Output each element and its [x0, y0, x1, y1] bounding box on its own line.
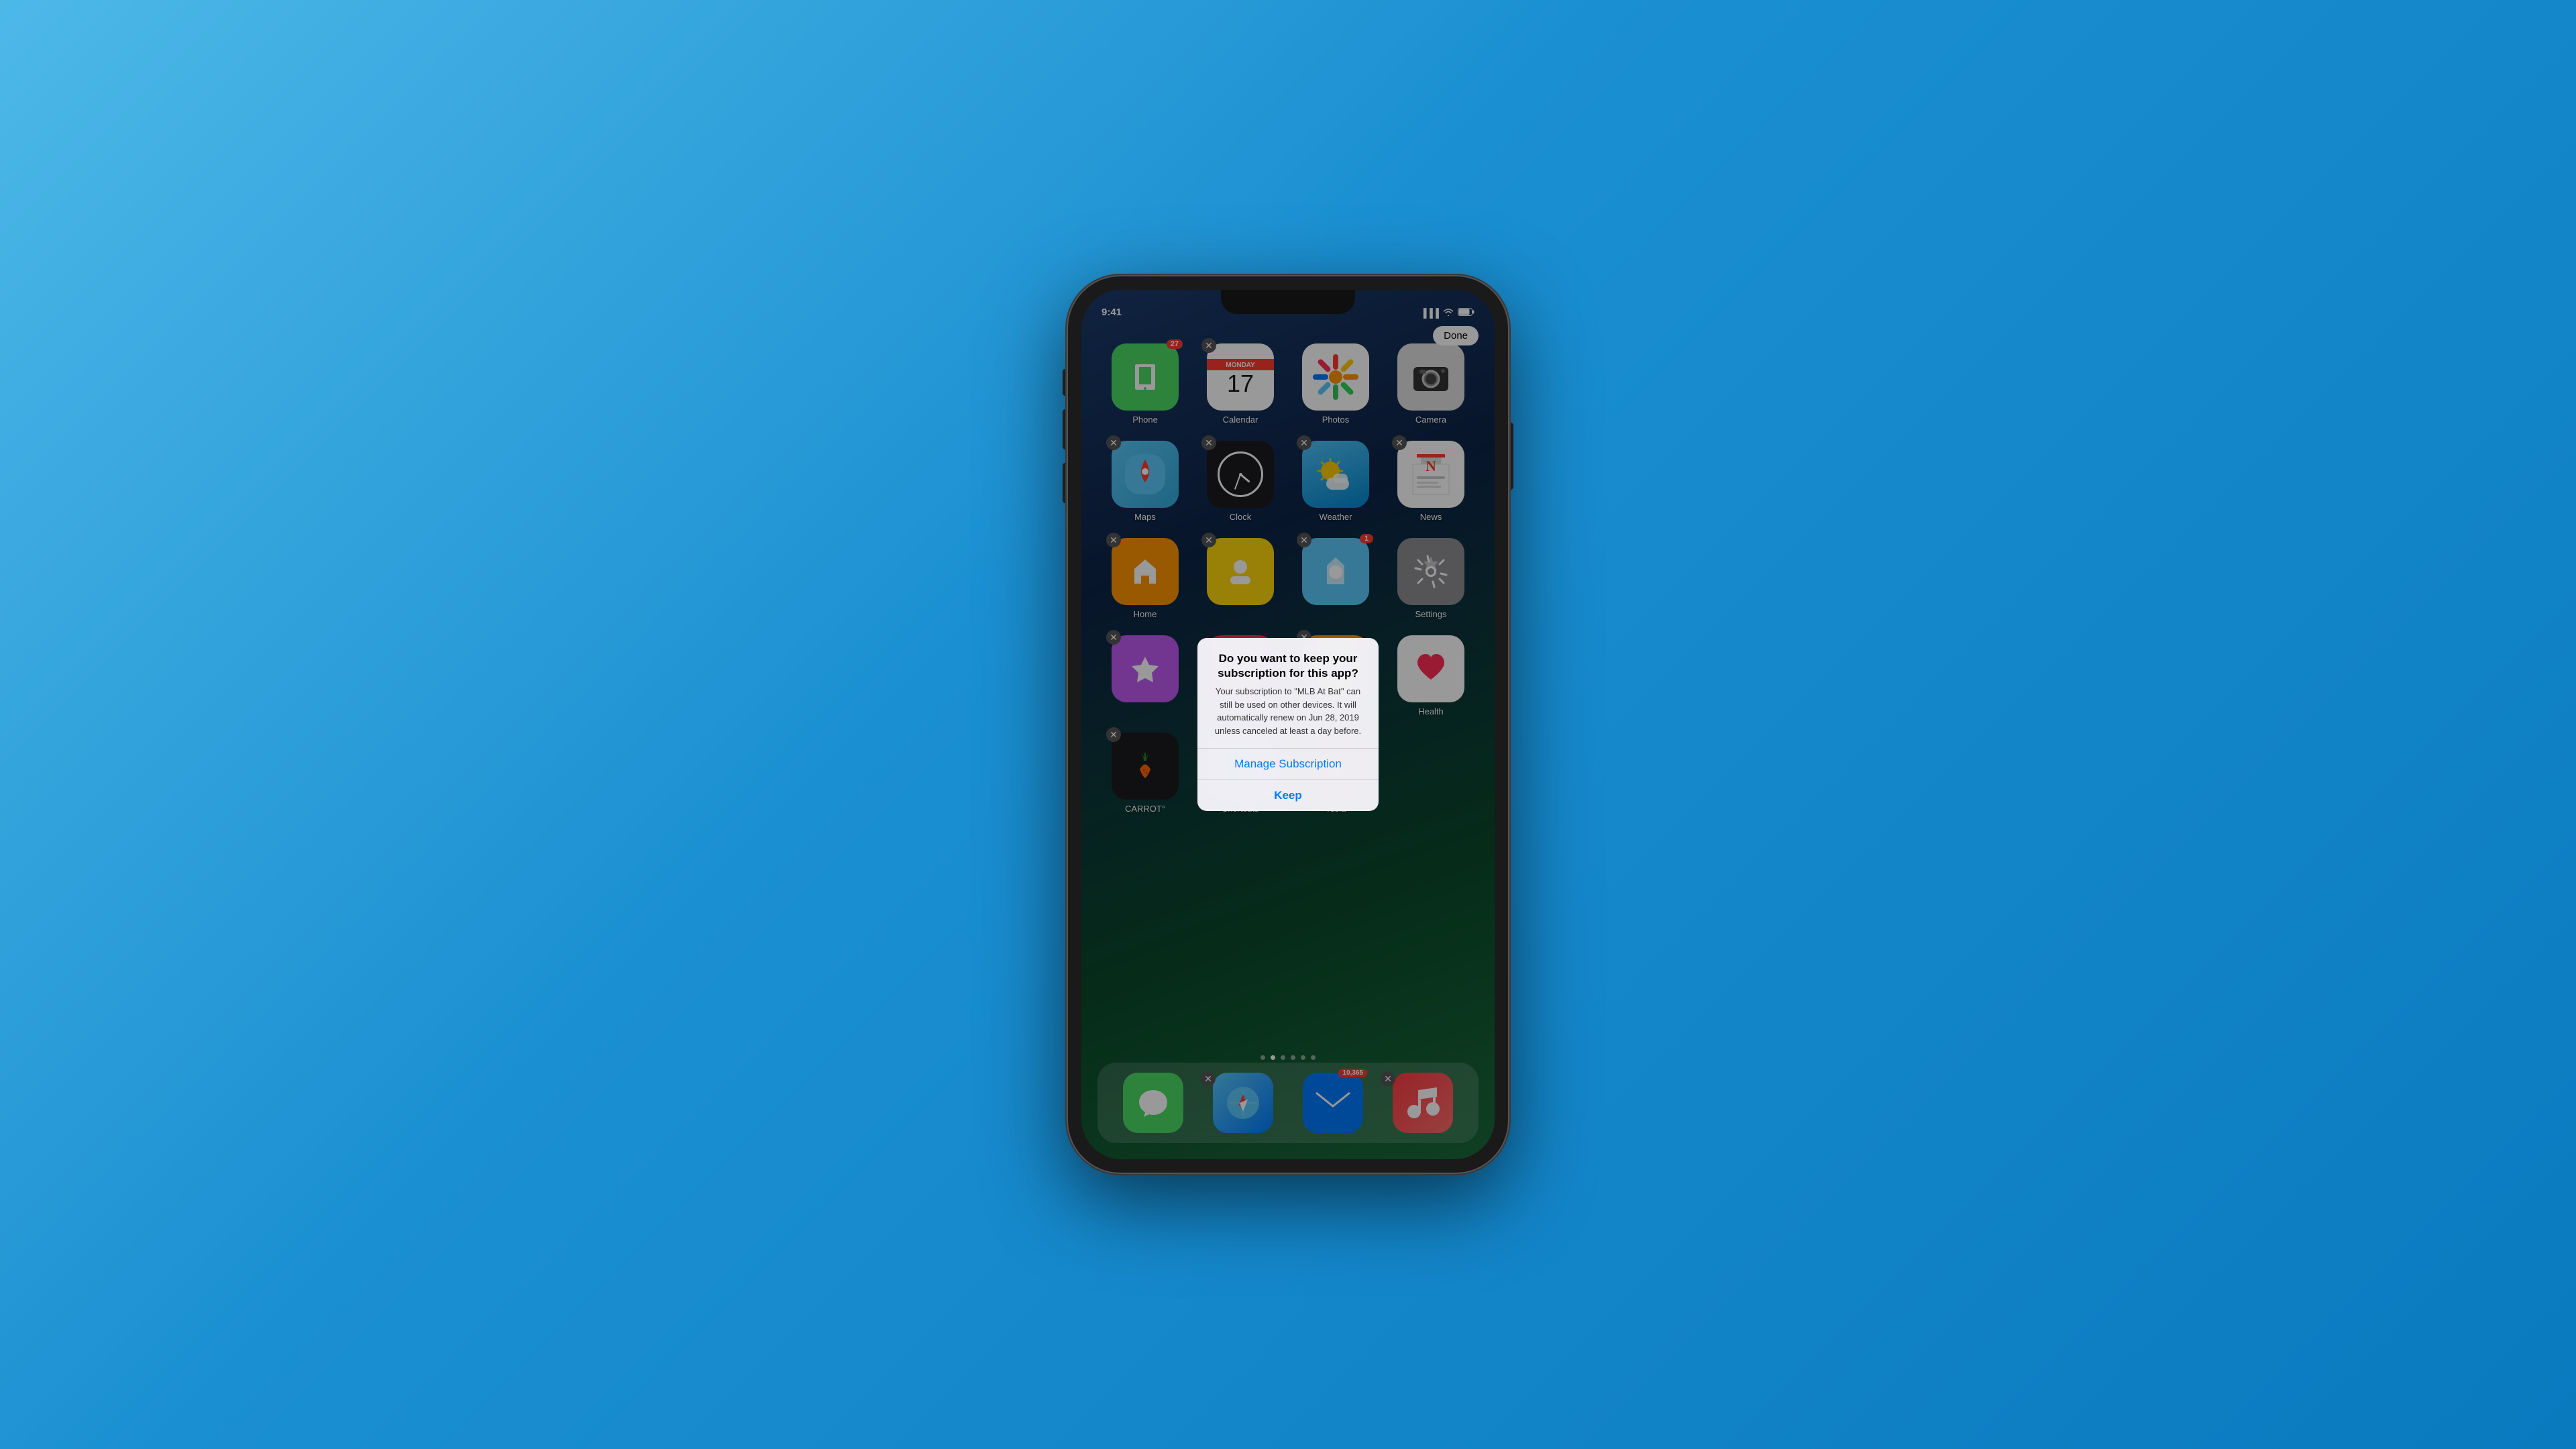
keep-button[interactable]: Keep [1197, 780, 1379, 811]
manage-subscription-button[interactable]: Manage Subscription [1197, 749, 1379, 780]
alert-message: Your subscription to "MLB At Bat" can st… [1208, 685, 1368, 737]
phone-screen: 9:41 ▐▐▐ [1081, 290, 1495, 1159]
alert-title: Do you want to keep your subscription fo… [1208, 651, 1368, 681]
phone-body: 9:41 ▐▐▐ [1067, 275, 1509, 1174]
power-button [1509, 423, 1513, 490]
phone-container: 9:41 ▐▐▐ [1067, 275, 1509, 1174]
alert-dialog: Do you want to keep your subscription fo… [1197, 638, 1379, 811]
alert-overlay: Do you want to keep your subscription fo… [1081, 290, 1495, 1159]
alert-content: Do you want to keep your subscription fo… [1197, 638, 1379, 748]
